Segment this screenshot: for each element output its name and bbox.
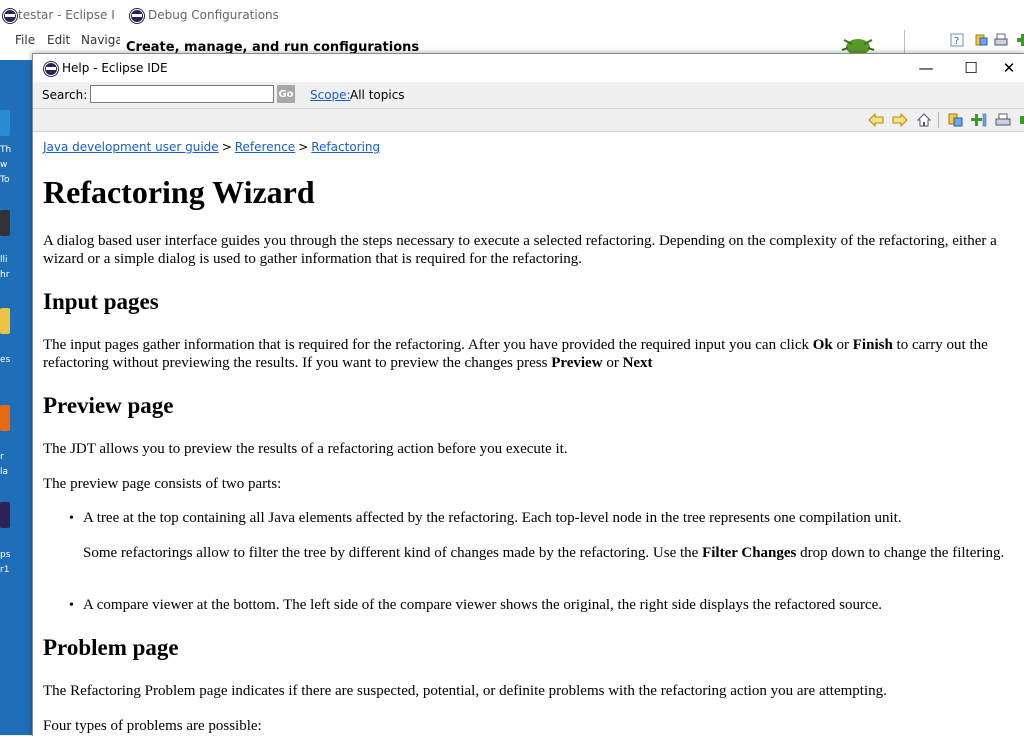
- title-bar[interactable]: Help - Eclipse IDE — ☐ ✕: [33, 54, 1024, 82]
- text: or: [832, 337, 853, 353]
- preview-paragraph-1: The JDT allows you to preview the result…: [43, 441, 568, 457]
- problem-paragraph-1: The Refactoring Problem page indicates i…: [43, 683, 887, 699]
- menu-edit[interactable]: Edit: [47, 33, 70, 47]
- next-term: Next: [622, 355, 653, 371]
- close-button[interactable]: ✕: [993, 54, 1024, 82]
- bookmark-icon: [971, 113, 987, 127]
- desktop-label: To: [0, 175, 10, 185]
- eclipse-main-window: testar - Eclipse I File Edit Navigat: [0, 0, 127, 60]
- finish-term: Finish: [852, 337, 893, 353]
- print-icon: [995, 113, 1011, 126]
- minimize-button[interactable]: —: [903, 54, 949, 82]
- svg-text:?: ?: [954, 36, 959, 47]
- scope-link[interactable]: Scope:: [310, 88, 351, 102]
- window-title: testar - Eclipse I: [18, 8, 115, 22]
- desktop-label: r1: [0, 565, 10, 575]
- back-icon: [868, 113, 884, 127]
- text: or: [602, 355, 623, 371]
- sync-button[interactable]: [1016, 111, 1024, 129]
- desktop-label: hr: [0, 270, 10, 280]
- desktop-eclipse-icon[interactable]: [0, 502, 10, 528]
- section-heading-problem-page: Problem page: [43, 635, 179, 660]
- preview-paragraph-2: The preview page consists of two parts:: [43, 476, 282, 492]
- go-button[interactable]: Go: [277, 85, 295, 103]
- breadcrumb-separator: >: [221, 140, 232, 154]
- desktop-app-icon[interactable]: [0, 210, 10, 236]
- forward-icon: [892, 113, 908, 127]
- sync-icon: [1020, 116, 1024, 124]
- forward-button[interactable]: [891, 111, 909, 129]
- show-in-toc-button[interactable]: [946, 111, 964, 129]
- desktop-app-icon[interactable]: [0, 405, 10, 431]
- maximize-icon: ☐: [964, 59, 978, 77]
- debug-configurations-window: Debug Configurations Create, manage, and…: [120, 0, 1024, 60]
- menu-bar: File Edit Navigat: [0, 32, 127, 50]
- list-item: A tree at the top containing all Java el…: [83, 510, 902, 526]
- section-heading-input-pages: Input pages: [43, 289, 159, 314]
- breadcrumb-link-guide[interactable]: Java development user guide: [43, 140, 219, 154]
- section-heading-preview-page: Preview page: [43, 393, 174, 418]
- desktop-label: la: [0, 467, 9, 477]
- add-icon[interactable]: [1016, 33, 1024, 47]
- desktop-app-icon[interactable]: [0, 110, 10, 136]
- window-title: Debug Configurations: [148, 8, 279, 22]
- search-input[interactable]: [90, 85, 274, 103]
- list-bullet: •: [69, 598, 74, 613]
- text: The input pages gather information that …: [43, 337, 813, 353]
- help-content: Java development user guide > Reference > Re…: [33, 132, 1024, 736]
- list-item: A compare viewer at the bottom. The left…: [83, 597, 883, 613]
- desktop-label: ps: [0, 550, 11, 560]
- minimize-icon: —: [918, 59, 934, 77]
- breadcrumb-link-reference[interactable]: Reference: [235, 140, 295, 154]
- close-icon: ✕: [1002, 59, 1016, 77]
- desktop-label: w: [0, 160, 8, 170]
- breadcrumb: Java development user guide > Reference > Re…: [43, 138, 380, 156]
- breadcrumb-separator: >: [298, 140, 309, 154]
- help-icon[interactable]: ?: [950, 33, 964, 47]
- page-title: Refactoring Wizard: [43, 174, 315, 210]
- print-button[interactable]: [994, 111, 1012, 129]
- help-window: Help - Eclipse IDE — ☐ ✕ Search: Go Scop…: [32, 53, 1024, 736]
- ok-term: Ok: [812, 337, 833, 353]
- help-toolbar: [33, 109, 1024, 132]
- window-title: Help - Eclipse IDE: [62, 61, 168, 75]
- filter-changes-term: Filter Changes: [702, 545, 797, 561]
- menu-file[interactable]: File: [15, 33, 35, 47]
- desktop-label: es: [0, 355, 11, 365]
- desktop-label: Th: [0, 145, 12, 155]
- show-in-toc-icon: [948, 113, 963, 127]
- list-item-detail: Some refactorings allow to filter the tr…: [83, 544, 1013, 562]
- show-in-toc-icon[interactable]: [974, 33, 988, 47]
- desktop-label: lli: [0, 255, 8, 265]
- scope-value: All topics: [350, 88, 405, 102]
- eclipse-logo-icon: [44, 62, 58, 76]
- intro-paragraph: A dialog based user interface guides you…: [43, 233, 997, 267]
- desktop-label: r: [0, 452, 4, 462]
- list-bullet: •: [69, 511, 74, 526]
- text: Some refactorings allow to filter the tr…: [83, 545, 703, 561]
- breadcrumb-link-refactoring[interactable]: Refactoring: [311, 140, 380, 154]
- text: drop down to change the filtering.: [796, 545, 1005, 561]
- print-icon[interactable]: [994, 33, 1008, 47]
- desktop-folder-icon[interactable]: [0, 308, 10, 334]
- home-button[interactable]: [915, 111, 933, 129]
- maximize-button[interactable]: ☐: [948, 54, 994, 82]
- back-button[interactable]: [867, 111, 885, 129]
- desktop-background: Th w To lli hr es r la ps r1: [0, 0, 32, 735]
- problem-paragraph-2: Four types of problems are possible:: [43, 718, 262, 734]
- preview-term: Preview: [551, 355, 603, 371]
- search-bar: Search: Go Scope: All topics: [33, 82, 1024, 109]
- search-label: Search:: [42, 88, 88, 102]
- home-icon: [916, 113, 932, 127]
- toolbar-separator: [938, 112, 939, 128]
- input-pages-paragraph: The input pages gather information that …: [43, 336, 1013, 372]
- bookmark-button[interactable]: [970, 111, 988, 129]
- eclipse-logo-icon: [3, 9, 17, 23]
- eclipse-logo-icon: [130, 9, 144, 23]
